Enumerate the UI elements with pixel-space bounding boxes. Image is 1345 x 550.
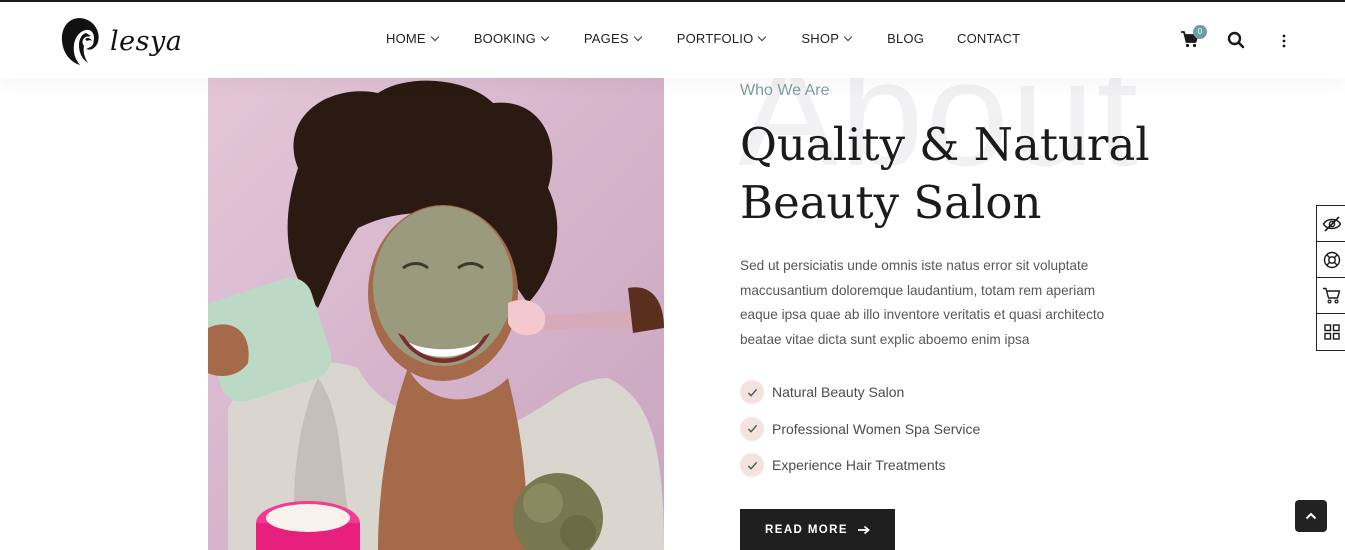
more-vertical-icon [1282, 34, 1286, 48]
section-title: Quality & Natural Beauty Salon [740, 118, 1150, 229]
logo-woman-silhouette-icon [61, 18, 99, 65]
list-item: Experience Hair Treatments [740, 453, 980, 478]
chevron-down-icon [540, 32, 550, 41]
chevron-up-icon [1305, 512, 1317, 520]
check-icon [740, 453, 764, 478]
about-illustration [208, 78, 664, 550]
check-icon [740, 380, 764, 404]
cart-icon [1323, 287, 1341, 304]
nav-item-label: PORTFOLIO [676, 31, 754, 46]
section-paragraph: Sed ut persiciatis unde omnis iste natus… [740, 258, 1105, 347]
nav-item-home[interactable]: HOME [386, 31, 440, 46]
search-icon [1227, 31, 1245, 49]
about-photo-woman-face-mask [208, 78, 664, 550]
feature-label: Natural Beauty Salon [772, 384, 905, 400]
site-header: lesya HOME BOOKING PAGES PORTFOLIO SHOP … [0, 0, 1345, 78]
nav-item-label: PAGES [583, 31, 629, 46]
nav-item-booking[interactable]: BOOKING [473, 31, 550, 46]
main-nav: HOME BOOKING PAGES PORTFOLIO SHOP BLOG C… [386, 31, 1020, 46]
support-icon [1323, 251, 1340, 268]
read-more-label: READ MORE [765, 523, 848, 536]
read-more-button[interactable]: READ MORE [740, 509, 895, 550]
list-item: Natural Beauty Salon [740, 380, 980, 404]
nav-item-label: BOOKING [473, 31, 536, 46]
section-eyebrow: Who We Are [740, 82, 830, 99]
nav-item-label: CONTACT [957, 31, 1021, 46]
scroll-to-top-button[interactable] [1295, 500, 1327, 532]
grid-icon [1323, 324, 1340, 340]
nav-item-pages[interactable]: PAGES [583, 31, 642, 46]
toggle-visibility-button[interactable] [1317, 206, 1345, 242]
feature-label: Professional Women Spa Service [772, 420, 981, 437]
demos-grid-button[interactable] [1317, 314, 1345, 350]
chevron-down-icon [843, 32, 853, 41]
side-tool-panel [1316, 205, 1345, 351]
nav-item-portfolio[interactable]: PORTFOLIO [676, 31, 767, 46]
feature-label: Experience Hair Treatments [772, 457, 946, 474]
arrow-right-icon [857, 525, 870, 534]
list-item: Professional Women Spa Service [740, 416, 981, 441]
brand-name: lesya [110, 25, 183, 57]
check-icon [740, 416, 764, 441]
cart-count-badge: 0 [1193, 25, 1207, 39]
brand-logo[interactable]: lesya [58, 14, 182, 68]
nav-item-label: BLOG [887, 31, 925, 46]
search-button[interactable] [1227, 31, 1245, 49]
nav-item-shop[interactable]: SHOP [801, 31, 853, 46]
feature-list: Natural Beauty Salon Professional Women … [740, 380, 980, 490]
nav-item-label: SHOP [801, 31, 840, 46]
chevron-down-icon [633, 32, 642, 41]
more-menu-button[interactable] [1278, 33, 1290, 49]
chevron-down-icon [430, 32, 440, 41]
support-button[interactable] [1317, 242, 1345, 278]
nav-item-blog[interactable]: BLOG [887, 31, 924, 46]
chevron-down-icon [758, 32, 767, 41]
nav-item-contact[interactable]: CONTACT [957, 31, 1020, 46]
nav-item-label: HOME [386, 31, 426, 46]
eye-off-icon [1322, 215, 1341, 232]
side-cart-button[interactable] [1317, 278, 1345, 314]
